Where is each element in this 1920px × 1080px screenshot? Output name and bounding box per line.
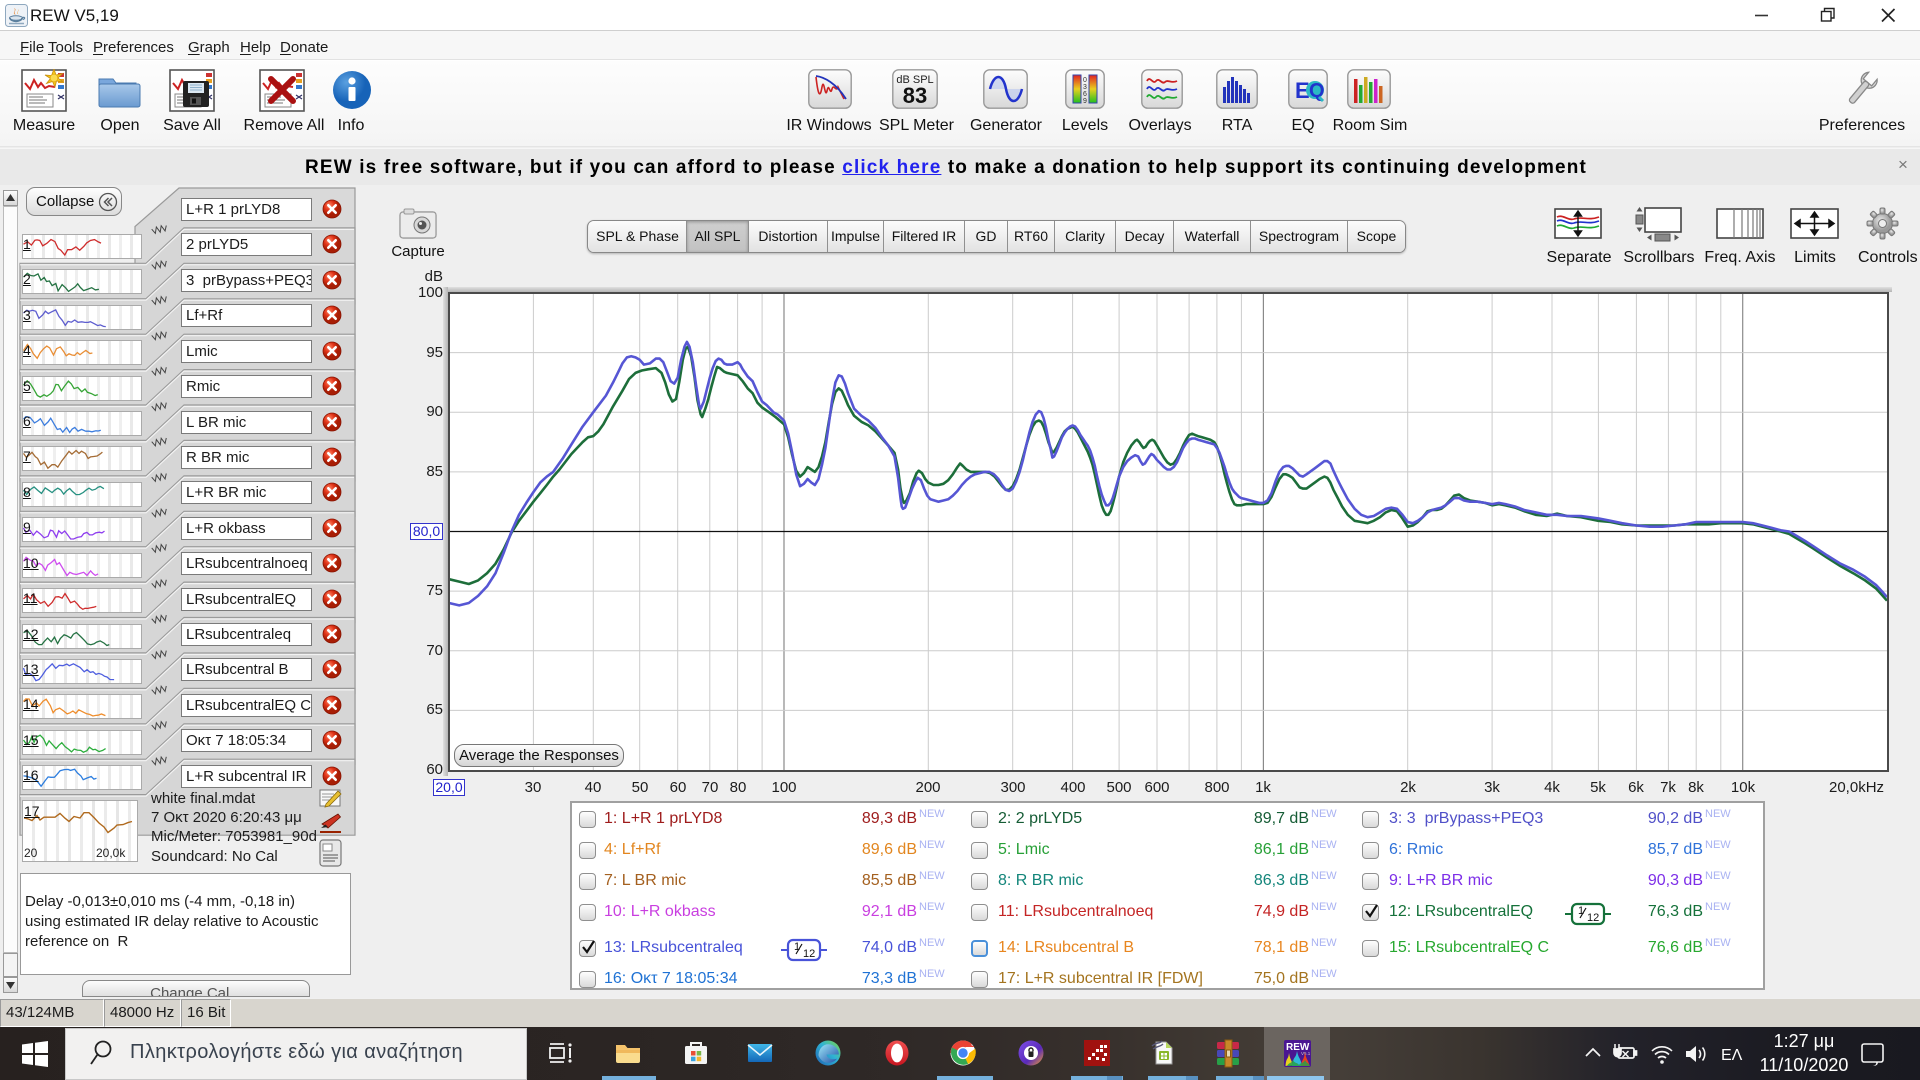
svg-text:12: 12 (1587, 912, 1599, 924)
svg-text:V5.1: V5.1 (1301, 1051, 1311, 1056)
svg-text:ΕΛ: ΕΛ (1721, 1047, 1743, 1064)
svg-text:83: 83 (903, 83, 927, 108)
svg-text:3: 3 (1083, 84, 1087, 91)
svg-text:0: 0 (1083, 77, 1087, 84)
svg-text:12: 12 (803, 948, 815, 960)
svg-text:6: 6 (1083, 91, 1087, 98)
svg-text:9: 9 (1083, 98, 1087, 105)
